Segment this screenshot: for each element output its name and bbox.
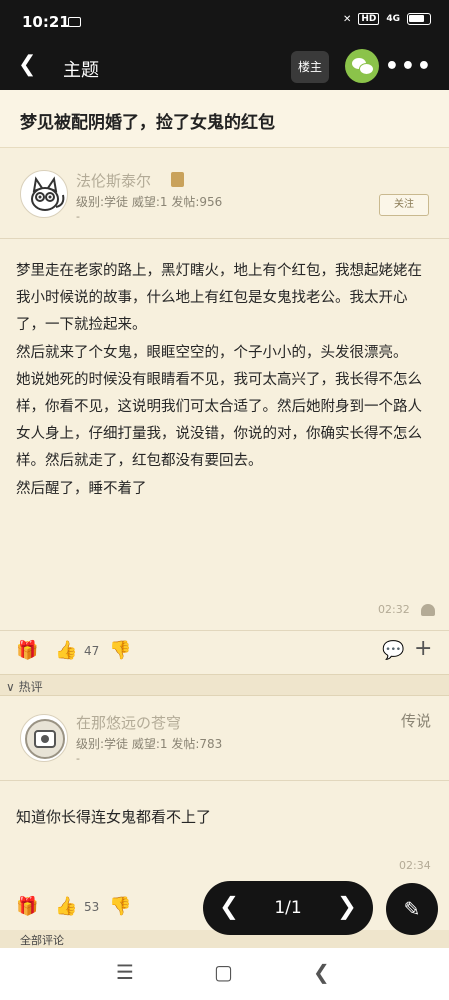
reply-floor-tag: 传说 (400, 712, 431, 730)
like-count: 53 (84, 900, 100, 914)
next-page-icon[interactable]: ❯ (337, 892, 357, 920)
post-paragraph: 然后醒了，睡不着了 (16, 480, 147, 497)
author-meta: 级别:学徒 威望:1 发帖:956 (76, 195, 223, 209)
android-icon (421, 604, 435, 616)
back-icon[interactable]: ❮ (18, 52, 36, 77)
reply-author-name[interactable]: 在那悠远の苍穹 (76, 712, 181, 733)
divider (0, 630, 449, 631)
avatar[interactable] (20, 714, 68, 762)
page-navigator: ❮ 1/1 ❯ (203, 881, 373, 935)
plus-icon[interactable]: + (414, 636, 432, 661)
comment-icon[interactable]: 💬 (382, 640, 404, 661)
home-icon[interactable]: ▢ (214, 960, 233, 984)
dislike-icon[interactable]: 👎 (109, 896, 131, 917)
like-icon[interactable]: 👍 (55, 640, 77, 661)
thread-title: 梦见被配阴婚了，捡了女鬼的红包 (0, 90, 449, 148)
author-name[interactable]: 法伦斯泰尔 (76, 170, 151, 191)
more-icon[interactable]: ••• (385, 54, 433, 79)
gift-icon[interactable]: 🎁 (16, 896, 38, 917)
like-count: 47 (84, 644, 100, 658)
battery-icon (407, 13, 431, 25)
post-paragraph: 梦里走在老家的路上，黑灯瞎火，地上有个红包，我想起姥姥在我小时候说的故事，什么地… (16, 263, 422, 334)
reply-author-signature: - (76, 752, 80, 765)
divider (0, 780, 449, 781)
reply-author-meta: 级别:学徒 威望:1 发帖:783 (76, 737, 223, 751)
menu-icon[interactable]: ☰ (116, 960, 134, 984)
header-title: 主题 (63, 60, 99, 81)
edit-button[interactable]: ✎ (386, 883, 438, 935)
post-body: 梦里走在老家的路上，黑灯瞎火，地上有个红包，我想起姥姥在我小时候说的故事，什么地… (16, 258, 434, 503)
status-bar: 10:21 ✕ HD 4G (0, 0, 449, 44)
hot-comments-label: 热评 (18, 680, 43, 694)
hd-badge: HD (358, 13, 380, 25)
status-time: 10:21 (22, 13, 70, 31)
reply-time: 02:34 (399, 859, 431, 872)
pencil-icon: ✎ (403, 897, 421, 921)
post-author: 法伦斯泰尔 级别:学徒 威望:1 发帖:956 - 关注 (0, 156, 449, 248)
signal-icon: 4G (386, 14, 400, 24)
hot-comments-bar[interactable]: ∨ 热评 (0, 674, 449, 696)
owner-only-button[interactable]: 楼主 (291, 51, 329, 83)
system-nav-bar: ☰ ▢ ❮ (0, 948, 449, 1000)
robot-avatar-icon (25, 719, 65, 759)
divider (0, 238, 449, 239)
cat-avatar-icon (31, 176, 65, 211)
badge-icon (171, 172, 184, 187)
post-paragraph: 她说她死的时候没有眼睛看不见，我可太高兴了，我长得不怎么样，你看不见，这说明我们… (16, 371, 422, 470)
wechat-share-icon[interactable] (345, 49, 379, 83)
reply-body: 知道你长得连女鬼都看不上了 (16, 808, 212, 826)
avatar[interactable] (20, 170, 68, 218)
mute-icon: ✕ (342, 13, 352, 25)
author-signature: - (76, 210, 80, 223)
like-icon[interactable]: 👍 (55, 896, 77, 917)
app-header: ❮ 主题 楼主 ••• (0, 44, 449, 90)
post-actions: 🎁 👍 47 👎 💬 + (0, 632, 449, 672)
back-nav-icon[interactable]: ❮ (313, 960, 330, 984)
post-paragraph: 然后就来了个女鬼，眼眶空空的，个子小小的，头发很漂亮。 (16, 344, 408, 361)
chevron-down-icon: ∨ (6, 680, 15, 694)
gift-icon[interactable]: 🎁 (16, 640, 38, 661)
status-right: ✕ HD 4G (343, 13, 431, 25)
dislike-icon[interactable]: 👎 (109, 640, 131, 661)
follow-button[interactable]: 关注 (379, 194, 429, 216)
message-icon (68, 17, 81, 27)
reply-author: 在那悠远の苍穹 级别:学徒 威望:1 发帖:783 - 传说 (0, 698, 449, 790)
post-time: 02:32 (378, 603, 410, 616)
